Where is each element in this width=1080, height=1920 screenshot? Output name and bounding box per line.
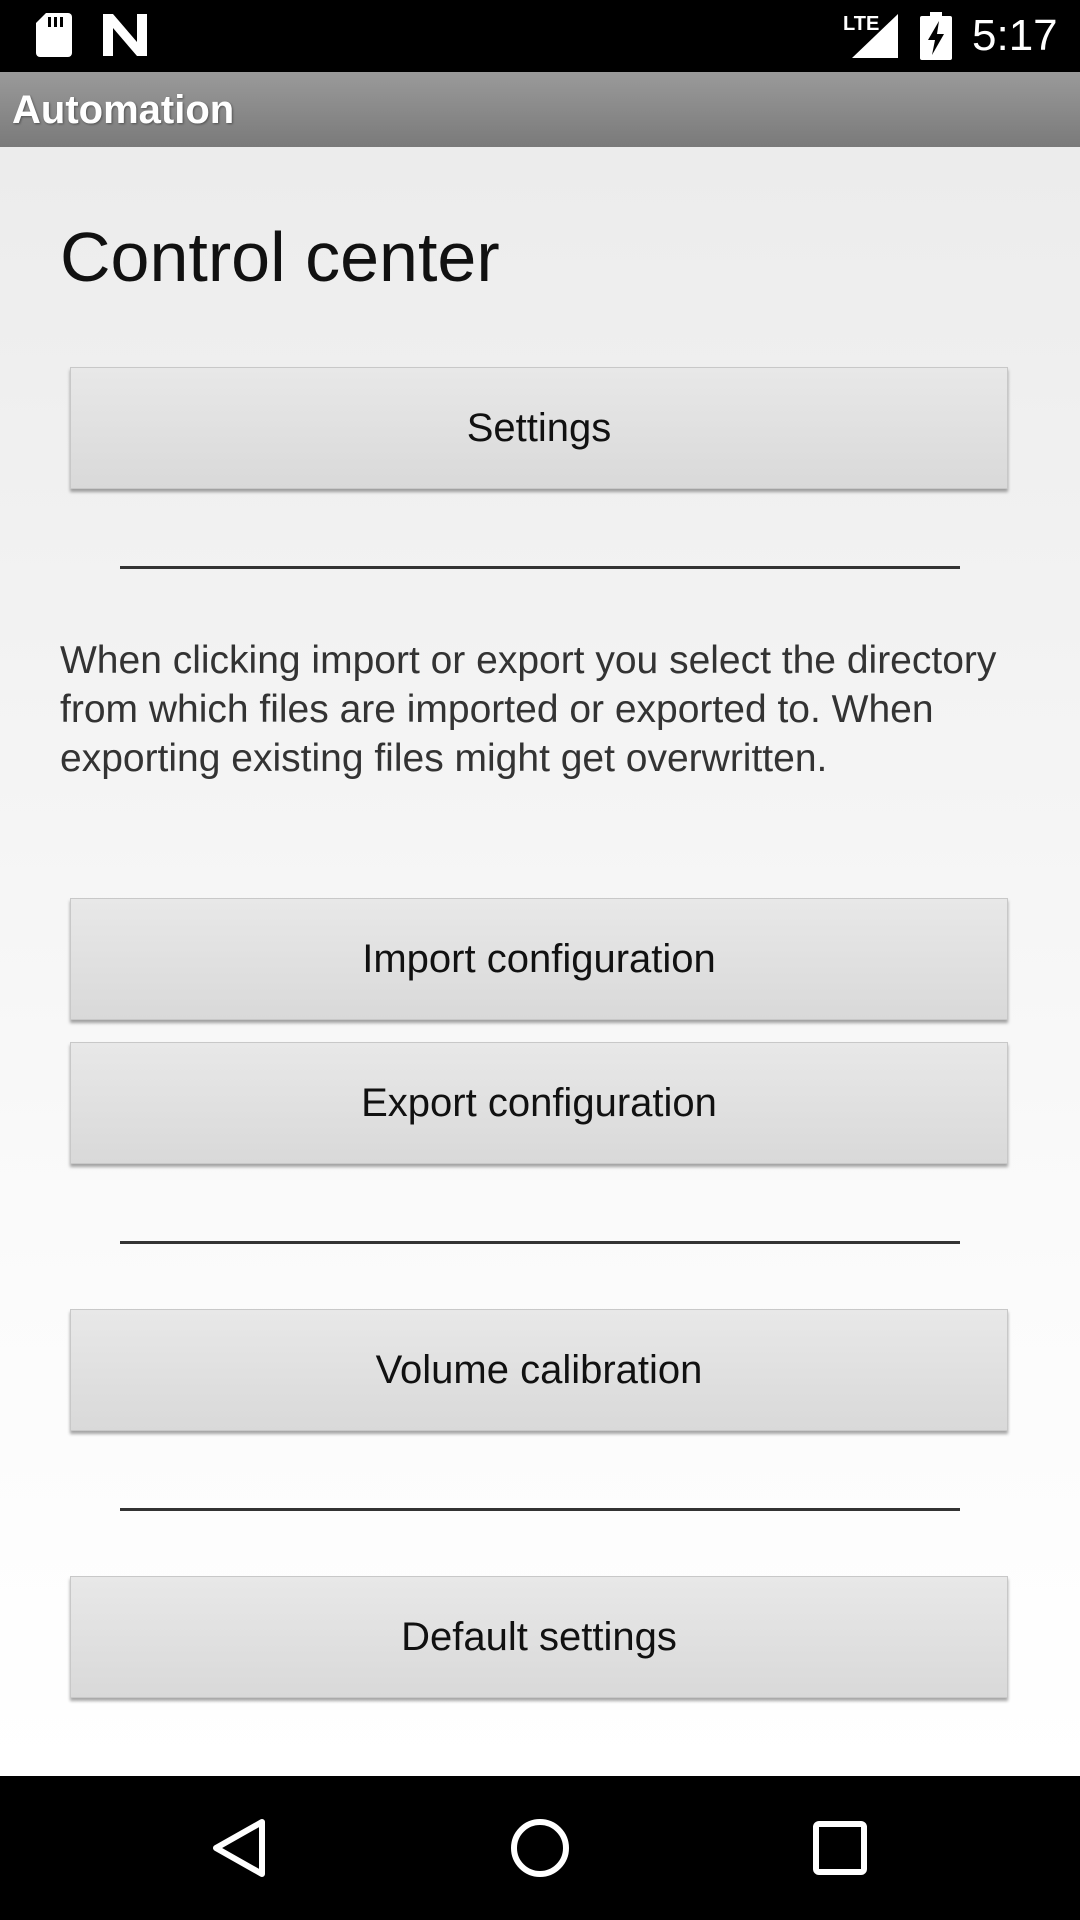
signal-icon (852, 14, 898, 58)
status-bar: LTE 5:17 (0, 0, 1080, 72)
navigation-bar (0, 1776, 1080, 1920)
control-center-content: Control center Settings When clicking im… (0, 147, 1080, 1776)
settings-button[interactable]: Settings (70, 367, 1008, 489)
sd-card-icon (36, 13, 72, 57)
app-bar: Automation (0, 72, 1080, 147)
divider (120, 566, 960, 569)
clock: 5:17 (972, 11, 1058, 60)
home-icon[interactable] (508, 1816, 572, 1880)
import-export-description: When clicking import or export you selec… (60, 639, 997, 780)
export-configuration-button[interactable]: Export configuration (70, 1042, 1008, 1164)
page-title: Control center (60, 218, 500, 296)
app-title: Automation (12, 88, 235, 132)
divider (120, 1241, 960, 1244)
default-settings-button[interactable]: Default settings (70, 1576, 1008, 1698)
divider (120, 1508, 960, 1511)
import-configuration-button[interactable]: Import configuration (70, 898, 1008, 1020)
n-notification-icon (103, 14, 147, 56)
volume-calibration-button[interactable]: Volume calibration (70, 1309, 1008, 1431)
recents-icon[interactable] (808, 1816, 872, 1880)
battery-charging-icon (920, 12, 952, 60)
back-icon[interactable] (208, 1816, 272, 1880)
